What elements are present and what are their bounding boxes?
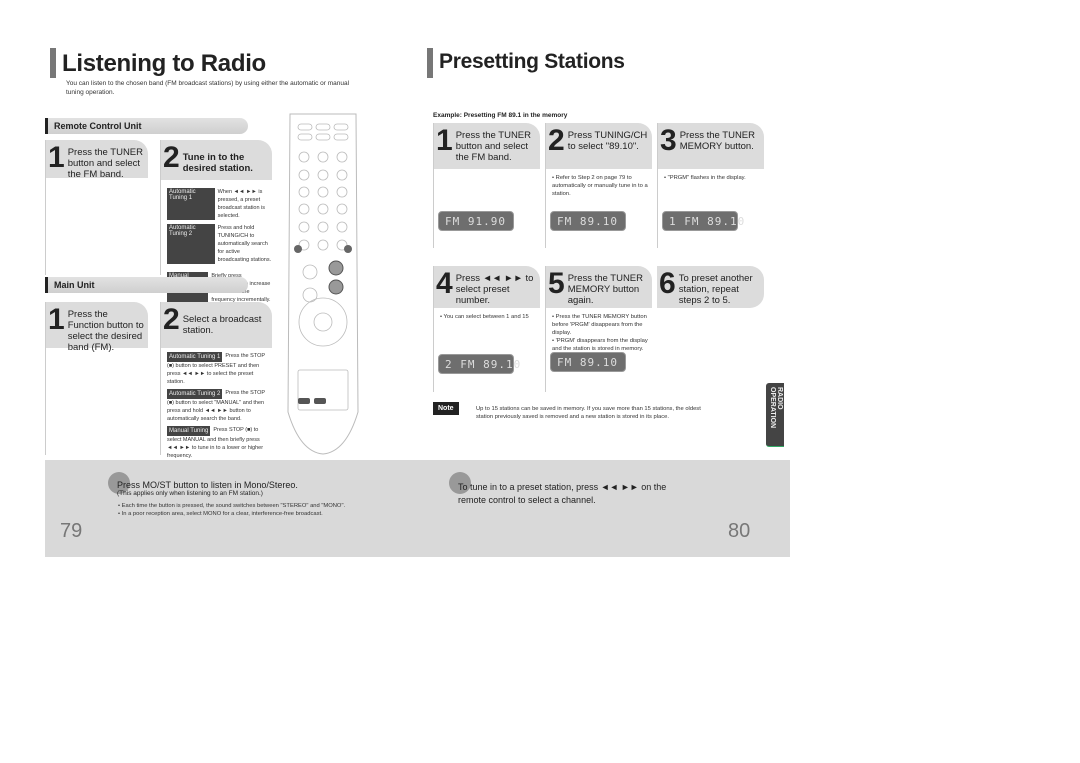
example-text: Example: Presetting FM 89.1 in the memor… [433,112,568,119]
preset-step-1: 1 Press the TUNER button and select the F… [433,123,540,248]
lcd-display: 2 FM 89.10 [438,354,520,374]
step-number: 2 [163,141,180,174]
mode-tag: Automatic Tuning 2 [167,389,223,399]
preset-step-5: 5 Press the TUNER MEMORY button again. • P… [545,266,652,392]
preset-step-3: 3 Press the TUNER MEMORY button. • "PRGM" … [657,123,764,248]
side-tab: RADIO OPERATION [766,383,784,447]
step-text: Press ◄◄ ►► to select preset number. [455,273,534,306]
step-text: Press the TUNER MEMORY button. [679,130,756,152]
tuning-mode: Automatic Tuning 2 Press the STOP (■) but… [167,389,269,423]
note-text: Press the TUNER MEMORY button before 'PR… [552,314,647,336]
step-text: Press the Function button to select the … [67,309,144,353]
mono-stereo-sub: (This applies only when listening to an … [117,490,263,497]
mono-bullet: • Each time the button is pressed, the s… [118,503,346,509]
main-step-2: 2 Select a broadcast station. Automatic T… [160,302,272,459]
preset-step-2: 2 Press TUNING/CH to select "89.10". • Ref… [545,123,652,248]
side-tab-label: RADIO OPERATION [769,387,783,429]
tuning-mode: Automatic Tuning 1 Press the STOP (■) but… [167,352,269,386]
lcd-display: FM 91.90 [438,211,514,231]
tuning-mode: Automatic Tuning 2 Press and hold TUNING/… [167,224,272,264]
note-text: 'PRGM' disappears from the display and t… [552,338,648,352]
remote-step-2: 2 Tune in to the desired station. Automat… [160,140,272,304]
mono-stereo-text: Press MO/ST button to listen in Mono/Ste… [117,480,298,490]
step-note: • "PRGM" flashes in the display. [664,175,746,181]
step-text: Tune in to the desired station. [182,152,253,174]
step-number: 2 [548,124,565,157]
tuning-mode: Automatic Tuning 1 When ◄◄ ►► is pressed,… [167,188,272,220]
note-text: Up to 15 stations can be saved in memory… [476,406,701,420]
step-number: 5 [548,267,565,300]
mode-tag: Automatic Tuning 1 [167,188,215,220]
note-text: You can select between 1 and 15 [443,314,529,320]
mode-tag: Automatic Tuning 1 [167,352,223,362]
main-section-header: Main Unit [45,277,248,293]
mono-bullet: • In a poor reception area, select MONO … [118,511,323,517]
preset-tune-text: To tune in to a preset station, press ◄◄… [458,482,667,505]
step-number: 1 [48,141,65,174]
page-number-right: 80 [728,520,751,542]
page-number-left: 79 [60,520,83,542]
step-text: Press the TUNER button and select the FM… [455,130,532,163]
remote-section-header: Remote Control Unit [45,118,248,134]
step-number: 6 [659,267,676,300]
preset-step-4: 4 Press ◄◄ ►► to select preset number. • Y… [433,266,540,392]
note-text: Refer to Step 2 on page 79 to automatica… [552,175,648,197]
step-number: 1 [436,124,453,157]
page-title-left: Listening to Radio [62,50,266,77]
step-note: • Refer to Step 2 on page 79 to automati… [552,175,648,197]
step-note: • Press the TUNER MEMORY button before '… [552,314,647,336]
step-text: Select a broadcast station. [182,314,262,336]
lcd-display: FM 89.10 [550,211,626,231]
bullet-text: In a poor reception area, select MONO fo… [121,511,323,517]
step-number: 1 [48,303,65,336]
tuning-mode: Manual Tuning Press STOP (■) to select MA… [167,426,269,460]
note-label: Note [433,402,459,415]
title-bar [50,48,56,78]
mode-tag: Automatic Tuning 2 [167,224,215,264]
remote-step-1: 1 Press the TUNER button and select the F… [45,140,148,275]
step-number: 3 [660,124,677,157]
remote-control-illustration [287,113,359,455]
lcd-display: 1 FM 89.10 [662,211,744,231]
step-text: Press the TUNER MEMORY button again. [567,273,644,306]
step-text: Press the TUNER button and select the FM… [67,147,144,180]
step-note: • 'PRGM' disappears from the display and… [552,338,648,352]
lcd-display: FM 89.10 [550,352,626,372]
intro-text: You can listen to the chosen band (FM br… [66,80,350,96]
mode-tag: Manual Tuning [167,426,211,436]
main-step-1: 1 Press the Function button to select the… [45,302,148,455]
title-bar [427,48,433,78]
step-text: Press TUNING/CH to select "89.10". [567,130,648,152]
mode-text: Press and hold TUNING/CH to automaticall… [217,225,272,263]
step-number: 2 [163,303,180,336]
step-note: • You can select between 1 and 15 [440,314,529,320]
mode-text: When ◄◄ ►► is pressed, a preset broadcas… [217,189,266,219]
note-text: "PRGM" flashes in the display. [667,175,746,181]
bullet-text: Each time the button is pressed, the sou… [121,503,346,509]
page-title-right: Presetting Stations [439,50,625,73]
step-text: To preset another station, repeat steps … [678,273,753,306]
step-number: 4 [436,267,453,300]
